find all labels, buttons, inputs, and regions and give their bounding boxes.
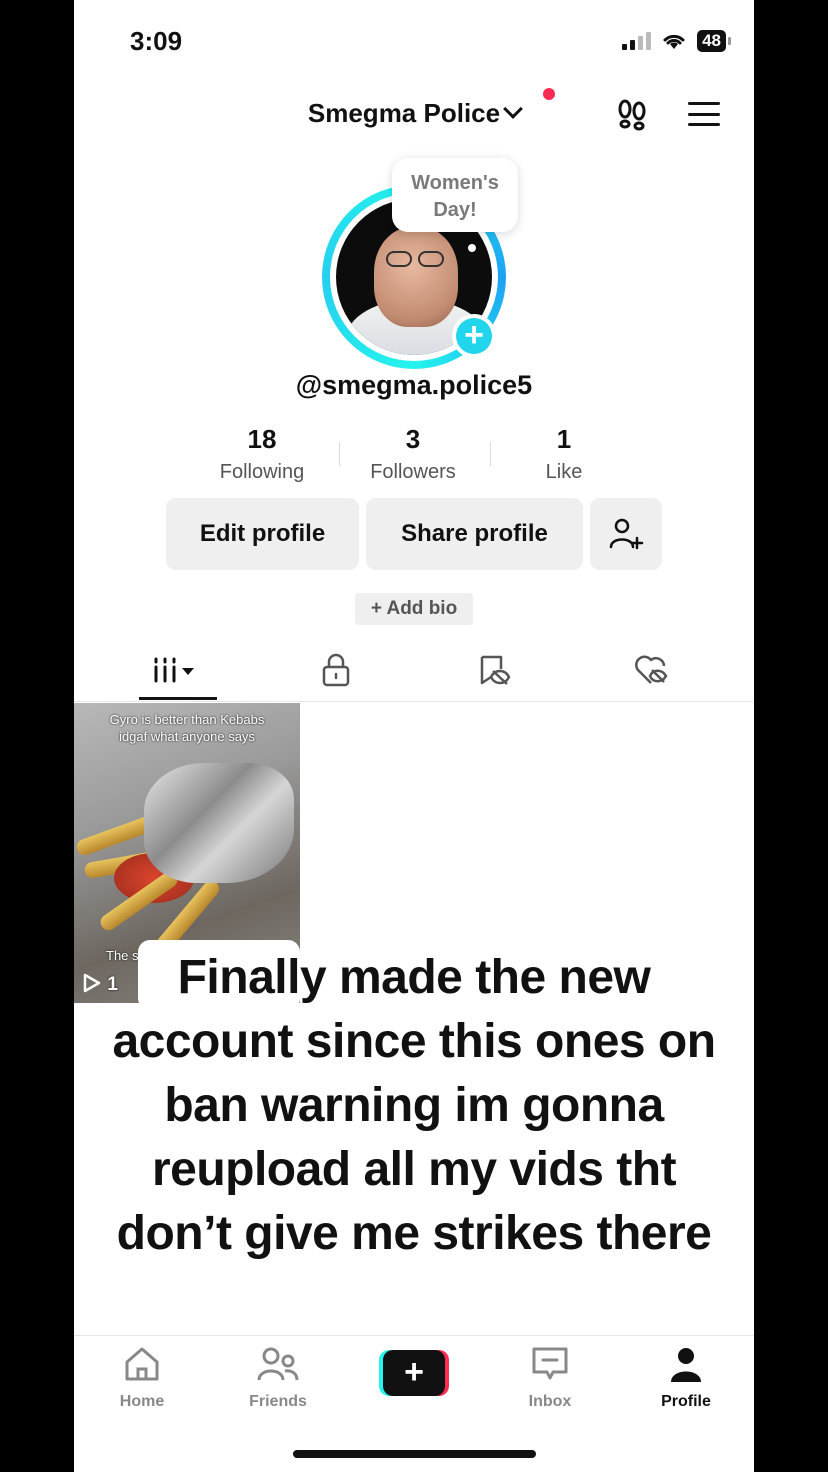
bubble-tail	[468, 244, 476, 252]
create-button[interactable]: +	[379, 1350, 449, 1396]
overlay-caption: Finally made the new account since this …	[74, 946, 754, 1266]
stat-likes[interactable]: 1 Like	[489, 424, 639, 484]
add-story-button[interactable]: +	[452, 314, 496, 358]
note-bubble-line2: Day!	[433, 199, 477, 221]
video-caption: Gyro is better than Kebabs idgaf what an…	[74, 711, 300, 745]
tabs-divider	[74, 701, 754, 702]
notification-dot	[543, 88, 555, 100]
caption-line: reupload all my vids tht	[151, 1143, 677, 1196]
stat-followers[interactable]: 3 Followers	[338, 424, 488, 484]
tab-videos[interactable]	[138, 648, 218, 692]
add-person-icon	[609, 518, 644, 550]
signal-icon	[622, 32, 652, 50]
stat-value: 18	[247, 424, 277, 454]
status-time: 3:09	[130, 26, 183, 56]
nav-label: Home	[119, 1393, 165, 1410]
battery-indicator: 48	[697, 30, 731, 52]
account-name: Smegma Police	[307, 98, 501, 128]
plus-icon: +	[456, 318, 492, 354]
wifi-icon	[663, 34, 685, 49]
nav-label: Friends	[249, 1393, 307, 1410]
status-indicators: 48	[622, 30, 731, 52]
tab-reposts[interactable]	[454, 648, 534, 692]
create-icon: +	[383, 1350, 445, 1396]
stat-label: Following	[219, 461, 305, 483]
stat-value: 3	[405, 424, 421, 454]
profile-icon	[671, 1348, 701, 1382]
add-bio-button[interactable]: + Add bio	[355, 593, 473, 625]
username: @smegma.police5	[295, 370, 533, 400]
stat-label: Followers	[370, 461, 456, 483]
nav-home[interactable]: Home	[82, 1346, 202, 1411]
heart-slash-icon	[635, 655, 668, 684]
home-indicator	[293, 1450, 536, 1458]
account-switcher[interactable]: Smegma Police	[74, 98, 754, 129]
home-icon	[125, 1347, 159, 1381]
tab-private[interactable]	[296, 648, 376, 692]
edit-profile-button[interactable]: Edit profile	[166, 498, 359, 570]
footprint-icon[interactable]	[614, 96, 650, 132]
nav-friends[interactable]: Friends	[218, 1346, 338, 1411]
nav-label: Inbox	[528, 1393, 572, 1410]
tab-liked[interactable]	[611, 648, 691, 692]
video-caption-line2: idgaf what anyone says	[119, 729, 255, 744]
videos-grid-icon	[154, 657, 194, 683]
inbox-icon	[532, 1347, 568, 1380]
nav-label: Profile	[661, 1393, 711, 1410]
profile-screen: 3:09 48 Smegma Police + Women's Day! @sm…	[74, 0, 754, 1472]
nav-profile[interactable]: Profile	[626, 1346, 746, 1411]
stat-label: Like	[545, 461, 583, 483]
chevron-down-icon	[503, 99, 523, 119]
stat-following[interactable]: 18 Following	[187, 424, 337, 484]
caption-line: Finally made the new	[177, 951, 651, 1004]
caption-line: don’t give me strikes there	[116, 1207, 712, 1260]
caption-line: account since this ones on	[112, 1015, 716, 1068]
nav-inbox[interactable]: Inbox	[490, 1346, 610, 1411]
note-bubble[interactable]: Women's Day!	[392, 158, 518, 232]
video-caption-line1: Gyro is better than Kebabs	[109, 712, 265, 727]
lock-icon	[322, 653, 350, 687]
menu-icon[interactable]	[688, 102, 720, 126]
add-friend-button[interactable]	[590, 498, 662, 570]
stat-value: 1	[556, 424, 572, 454]
friends-icon	[257, 1347, 299, 1381]
eye-slash-icon	[480, 655, 511, 685]
active-tab-indicator	[139, 697, 217, 700]
caption-line: ban warning im gonna	[164, 1079, 664, 1132]
share-profile-button[interactable]: Share profile	[366, 498, 583, 570]
note-bubble-line1: Women's	[411, 172, 499, 194]
